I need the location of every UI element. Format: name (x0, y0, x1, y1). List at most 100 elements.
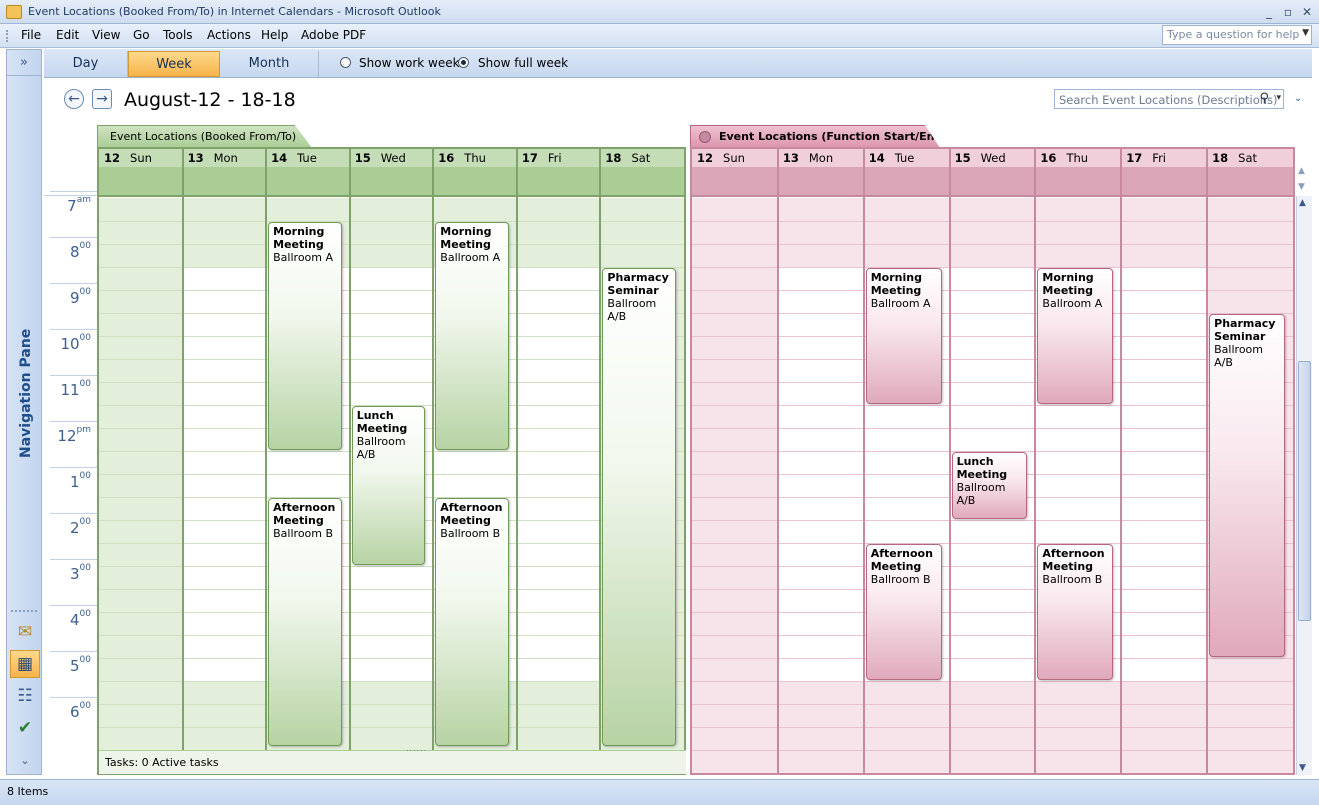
search-input[interactable]: Search Event Locations (Descriptions) ⚲ … (1054, 89, 1284, 109)
expand-navigation-pane-button[interactable]: » (7, 50, 41, 76)
all-day-area[interactable] (99, 167, 684, 197)
time-slot-line (692, 543, 1293, 544)
item-count: 8 Items (7, 785, 49, 798)
show-full-week-radio[interactable] (458, 57, 469, 68)
menu-go[interactable]: Go (133, 28, 150, 42)
contacts-icon[interactable]: ☷ (10, 682, 40, 710)
day-header[interactable]: 15 Wed (950, 149, 1036, 167)
tasks-bar[interactable]: Tasks: 0 Active tasks (99, 750, 686, 774)
outlook-app-icon (6, 5, 22, 19)
appointment[interactable]: Morning Meeting Ballroom A (1037, 268, 1114, 404)
appointment[interactable]: Afternoon Meeting Ballroom B (865, 544, 942, 680)
help-dropdown-icon[interactable]: ▼ (1302, 28, 1309, 38)
minimize-button[interactable]: _ (1260, 3, 1278, 21)
menu-help[interactable]: Help (261, 28, 288, 42)
day-header[interactable]: 18 Sat (600, 149, 684, 167)
forward-arrow-icon[interactable]: → (92, 89, 112, 109)
tab-month[interactable]: Month (220, 51, 319, 77)
scroll-up-icon[interactable]: ▲ (1299, 198, 1306, 208)
tasks-splitter[interactable]: ...... (406, 744, 428, 753)
nav-buttons-splitter[interactable] (11, 610, 37, 612)
tab-day[interactable]: Day (44, 51, 128, 77)
day-header[interactable]: 16 Thu (1035, 149, 1121, 167)
window-title: Event Locations (Booked From/To) in Inte… (28, 5, 441, 18)
menu-adobe-pdf[interactable]: Adobe PDF (301, 28, 366, 42)
day-header[interactable]: 17 Fri (1121, 149, 1207, 167)
appointment[interactable]: Lunch Meeting Ballroom A/B (951, 452, 1028, 519)
appointment-location: Ballroom B (1042, 573, 1103, 586)
toolbar-grip[interactable] (6, 30, 9, 42)
menu-actions[interactable]: Actions (207, 28, 251, 42)
menu-tools[interactable]: Tools (163, 28, 193, 42)
time-slot-line (99, 658, 684, 659)
search-dropdown-icon[interactable]: ▾ (1276, 93, 1281, 103)
appointment[interactable]: Pharmacy Seminar Ballroom A/B (1209, 314, 1285, 657)
all-day-area[interactable] (692, 167, 1293, 197)
tasks-icon[interactable]: ✔ (10, 714, 40, 742)
time-slot-line (99, 221, 684, 222)
appointment[interactable]: Morning Meeting Ballroom A (268, 222, 342, 450)
mail-icon[interactable]: ✉ (10, 618, 40, 646)
day-header[interactable]: 13 Mon (183, 149, 267, 167)
show-work-week-radio[interactable] (340, 57, 351, 68)
calendar-tab-function[interactable]: Event Locations (Function Start/End)) (690, 125, 940, 148)
allday-scroll-down-icon[interactable]: ▼ (1298, 182, 1305, 192)
time-label: 1100 (60, 379, 91, 399)
help-question-input[interactable]: Type a question for help ▼ (1162, 25, 1312, 45)
day-header[interactable]: 17 Fri (517, 149, 601, 167)
scroll-down-icon[interactable]: ▼ (1299, 763, 1306, 773)
menu-view[interactable]: View (92, 28, 120, 42)
appointment-title: Morning Meeting (1042, 271, 1094, 297)
appointment[interactable]: Afternoon Meeting Ballroom B (435, 498, 509, 746)
menu-file[interactable]: File (21, 28, 41, 42)
time-label: 500 (70, 655, 91, 675)
appointment-title: Lunch Meeting (956, 455, 1008, 481)
time-divider (50, 559, 97, 560)
overlay-arrow-icon[interactable] (699, 131, 711, 143)
day-header[interactable]: 13 Mon (778, 149, 864, 167)
scrollbar-thumb[interactable] (1298, 361, 1311, 621)
day-header[interactable]: 16 Thu (433, 149, 517, 167)
appointment-location: Ballroom A (1042, 297, 1103, 310)
appointment-location: Ballroom B (440, 527, 501, 540)
calendar-header: ← → August-12 - 18-18 Search Event Locat… (44, 79, 1312, 125)
allday-scroll-up-icon[interactable]: ▲ (1298, 166, 1305, 176)
appointment[interactable]: Afternoon Meeting Ballroom B (1037, 544, 1114, 680)
appointment[interactable]: Afternoon Meeting Ballroom B (268, 498, 342, 746)
time-slot-line (692, 681, 1293, 682)
restore-button[interactable]: ▫ (1279, 3, 1297, 21)
day-header[interactable]: 12 Sun (692, 149, 778, 167)
menu-edit[interactable]: Edit (56, 28, 79, 42)
day-header[interactable]: 18 Sat (1207, 149, 1293, 167)
non-working-hours (99, 198, 684, 267)
appointment[interactable]: Pharmacy Seminar Ballroom A/B (602, 268, 676, 746)
back-arrow-icon[interactable]: ← (64, 89, 84, 109)
vertical-scrollbar[interactable]: ▲ ▼ (1296, 196, 1312, 775)
calendar-icon[interactable]: ▦ (10, 650, 40, 678)
calendar-tab-booked[interactable]: Event Locations (Booked From/To) (97, 125, 312, 148)
appointment-location: Ballroom B (870, 573, 931, 586)
day-header[interactable]: 14 Tue (864, 149, 950, 167)
tab-week[interactable]: Week (128, 51, 220, 77)
time-slot-line (99, 313, 684, 314)
weekend-column (692, 198, 778, 773)
day-header[interactable]: 14 Tue (266, 149, 350, 167)
expand-query-builder-chevron-icon[interactable]: ⌄ (1294, 93, 1302, 104)
appointment-location: Ballroom A/B (607, 297, 657, 323)
search-icon[interactable]: ⚲ (1259, 91, 1269, 106)
calendar-grid-booked: 12 Sun 13 Mon 14 Tue 15 Wed 16 Thu 17 Fri 18 Sat Morni… (97, 147, 686, 775)
appointment[interactable]: Morning Meeting Ballroom A (865, 268, 942, 404)
appointment[interactable]: Morning Meeting Ballroom A (435, 222, 509, 450)
day-header[interactable]: 12 Sun (99, 149, 183, 167)
close-button[interactable]: ✕ (1298, 3, 1316, 21)
show-full-week-label[interactable]: Show full week (478, 56, 568, 70)
day-divider (348, 149, 351, 773)
appointment-title: Morning Meeting (273, 225, 325, 251)
navigation-pane-label[interactable]: Navigation Pane (18, 329, 34, 458)
show-work-week-label[interactable]: Show work week (359, 56, 460, 70)
day-header[interactable]: 15 Wed (350, 149, 434, 167)
time-slot-line (692, 704, 1293, 705)
appointment[interactable]: Lunch Meeting Ballroom A/B (351, 406, 426, 565)
configure-buttons-icon[interactable]: ⌄ (10, 746, 40, 774)
tasks-summary: Tasks: 0 Active tasks (105, 756, 219, 769)
